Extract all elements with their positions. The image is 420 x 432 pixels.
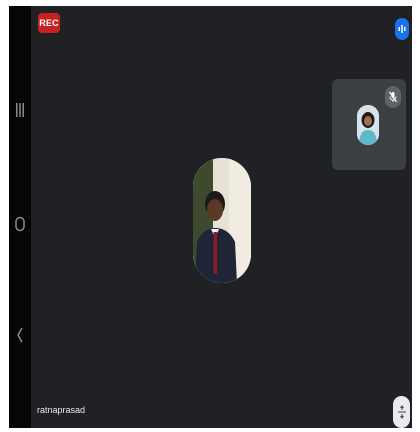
home-button[interactable] [9, 216, 31, 232]
back-icon [17, 327, 23, 343]
meeting-stage: REC ratnaprasad [31, 6, 412, 428]
recents-button[interactable] [9, 102, 31, 118]
activity-bars-icon [398, 25, 406, 33]
self-view-tile[interactable] [332, 79, 406, 170]
system-navigation-bar [9, 6, 31, 428]
main-participant-avatar[interactable] [193, 158, 251, 283]
participant-name-label: ratnaprasad [37, 405, 86, 415]
recording-badge[interactable]: REC [38, 13, 60, 33]
home-icon [15, 216, 25, 232]
back-button[interactable] [9, 326, 31, 344]
recording-label: REC [39, 18, 59, 28]
activity-button[interactable] [395, 18, 409, 40]
layout-toggle-button[interactable] [393, 396, 410, 428]
recents-icon [16, 103, 24, 117]
self-mic-indicator [385, 86, 401, 108]
mic-off-icon [389, 91, 397, 103]
self-avatar [357, 105, 379, 145]
person-avatar-icon [357, 105, 379, 145]
person-avatar-icon [193, 158, 251, 283]
expand-arrows-icon [397, 405, 406, 419]
device-screen: REC ratnaprasad [0, 0, 420, 432]
